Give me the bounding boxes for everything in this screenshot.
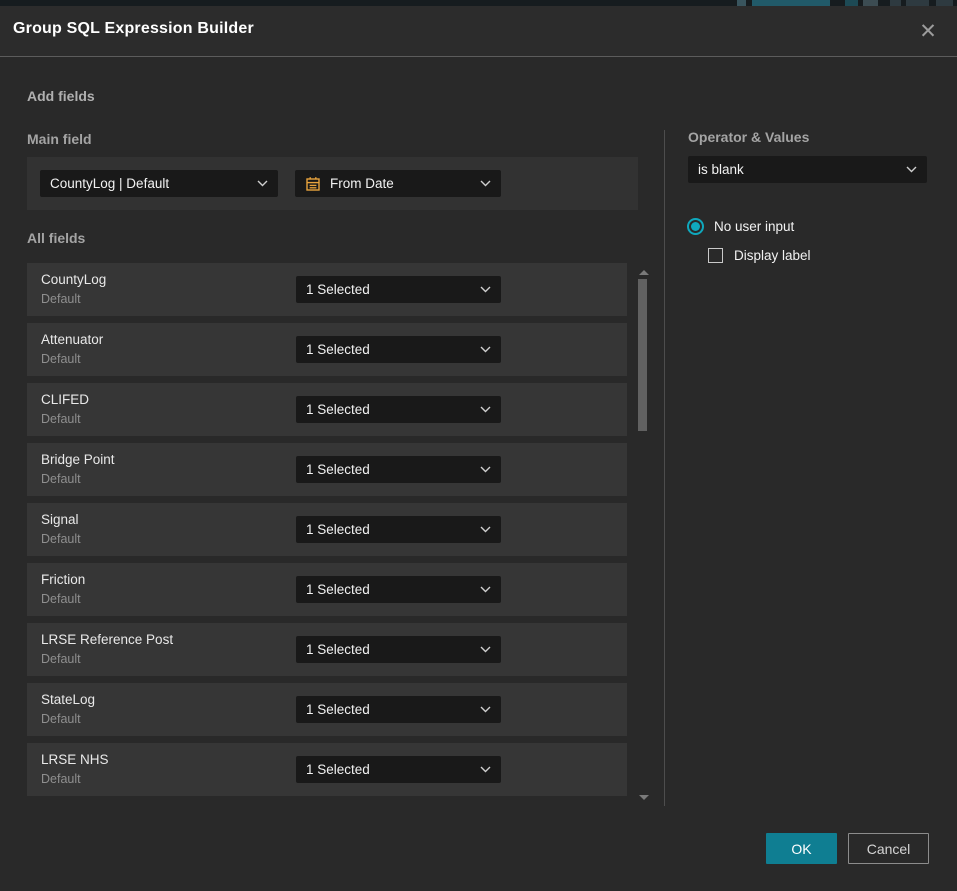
radio-selected-icon [687, 218, 704, 235]
all-fields-list: CountyLog Default 1 Selected Attenuator … [27, 263, 627, 803]
field-selected-value: 1 Selected [306, 462, 370, 477]
field-subtitle: Default [41, 652, 81, 666]
main-field-label: Main field [27, 131, 92, 147]
field-subtitle: Default [41, 592, 81, 606]
field-row: LRSE Reference Post Default 1 Selected [27, 623, 627, 676]
field-selected-dropdown[interactable]: 1 Selected [296, 576, 501, 603]
scrollbar-down-icon[interactable] [639, 795, 649, 800]
date-field-select-dropdown[interactable]: From Date [295, 170, 501, 197]
field-selected-value: 1 Selected [306, 762, 370, 777]
field-row: CLIFED Default 1 Selected [27, 383, 627, 436]
field-subtitle: Default [41, 412, 81, 426]
calendar-date-icon [305, 176, 321, 192]
field-row: Signal Default 1 Selected [27, 503, 627, 556]
chevron-down-icon [480, 286, 491, 293]
field-selected-dropdown[interactable]: 1 Selected [296, 636, 501, 663]
field-selected-dropdown[interactable]: 1 Selected [296, 336, 501, 363]
no-user-input-label: No user input [714, 219, 794, 234]
field-name: LRSE NHS [41, 752, 109, 767]
operator-values-heading: Operator & Values [688, 129, 809, 145]
display-label-text: Display label [734, 248, 811, 263]
field-subtitle: Default [41, 472, 81, 486]
close-icon[interactable]: ✕ [913, 16, 943, 46]
field-selected-value: 1 Selected [306, 402, 370, 417]
field-subtitle: Default [41, 772, 81, 786]
field-selected-dropdown[interactable]: 1 Selected [296, 696, 501, 723]
operator-select-dropdown[interactable]: is blank [688, 156, 927, 183]
field-name: LRSE Reference Post [41, 632, 173, 647]
field-selected-dropdown[interactable]: 1 Selected [296, 456, 501, 483]
field-selected-dropdown[interactable]: 1 Selected [296, 516, 501, 543]
scrollbar-up-icon[interactable] [639, 270, 649, 275]
field-subtitle: Default [41, 712, 81, 726]
layer-select-value: CountyLog | Default [50, 176, 169, 191]
date-field-select-value: From Date [330, 176, 394, 191]
chevron-down-icon [480, 346, 491, 353]
cancel-button[interactable]: Cancel [848, 833, 929, 864]
chevron-down-icon [906, 166, 917, 173]
field-name: CountyLog [41, 272, 106, 287]
chevron-down-icon [257, 180, 268, 187]
field-selected-value: 1 Selected [306, 642, 370, 657]
field-name: Friction [41, 572, 85, 587]
field-row: StateLog Default 1 Selected [27, 683, 627, 736]
field-selected-value: 1 Selected [306, 522, 370, 537]
field-row: Attenuator Default 1 Selected [27, 323, 627, 376]
field-row: Bridge Point Default 1 Selected [27, 443, 627, 496]
field-row: CountyLog Default 1 Selected [27, 263, 627, 316]
field-name: Bridge Point [41, 452, 115, 467]
field-row: Friction Default 1 Selected [27, 563, 627, 616]
field-subtitle: Default [41, 352, 81, 366]
field-subtitle: Default [41, 532, 81, 546]
field-selected-value: 1 Selected [306, 282, 370, 297]
fields-list-scrollbar[interactable] [636, 262, 652, 806]
main-field-panel: CountyLog | Default From Date [27, 157, 638, 210]
panel-divider [664, 130, 665, 806]
dialog-header: Group SQL Expression Builder ✕ [0, 6, 957, 57]
chevron-down-icon [480, 766, 491, 773]
chevron-down-icon [480, 586, 491, 593]
field-name: Attenuator [41, 332, 103, 347]
screen: Group SQL Expression Builder ✕ Add field… [0, 0, 957, 891]
checkbox-unchecked-icon [708, 248, 723, 263]
field-selected-dropdown[interactable]: 1 Selected [296, 756, 501, 783]
chevron-down-icon [480, 180, 491, 187]
scrollbar-thumb[interactable] [638, 279, 647, 431]
field-selected-dropdown[interactable]: 1 Selected [296, 276, 501, 303]
chevron-down-icon [480, 646, 491, 653]
chevron-down-icon [480, 526, 491, 533]
chevron-down-icon [480, 406, 491, 413]
layer-select-dropdown[interactable]: CountyLog | Default [40, 170, 278, 197]
chevron-down-icon [480, 466, 491, 473]
group-sql-expression-builder-dialog: Group SQL Expression Builder ✕ Add field… [0, 6, 957, 891]
all-fields-label: All fields [27, 230, 85, 246]
ok-button[interactable]: OK [766, 833, 837, 864]
no-user-input-radio[interactable]: No user input [687, 218, 794, 235]
field-name: Signal [41, 512, 79, 527]
field-subtitle: Default [41, 292, 81, 306]
chevron-down-icon [480, 706, 491, 713]
field-name: CLIFED [41, 392, 89, 407]
field-selected-value: 1 Selected [306, 582, 370, 597]
operator-select-value: is blank [698, 162, 744, 177]
field-selected-value: 1 Selected [306, 702, 370, 717]
display-label-checkbox[interactable]: Display label [708, 248, 811, 263]
add-fields-heading: Add fields [27, 88, 95, 104]
field-selected-value: 1 Selected [306, 342, 370, 357]
field-name: StateLog [41, 692, 95, 707]
field-row: LRSE NHS Default 1 Selected [27, 743, 627, 796]
dialog-title: Group SQL Expression Builder [13, 20, 254, 38]
field-selected-dropdown[interactable]: 1 Selected [296, 396, 501, 423]
